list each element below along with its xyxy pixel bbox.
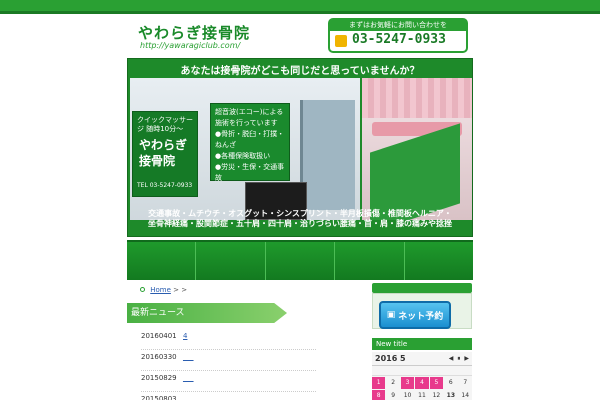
sidebar-new-title: New title bbox=[372, 338, 472, 350]
news-date: 20150803 bbox=[141, 395, 177, 400]
curtain bbox=[362, 78, 472, 118]
news-heading: 最新ニュース bbox=[127, 303, 287, 323]
news-date: 20150829 bbox=[141, 374, 177, 382]
sign-title-line1: やわらぎ bbox=[139, 138, 188, 152]
top-green-bar bbox=[0, 0, 600, 14]
conditions-text: 交通事故・ムチウチ・オスグット・シンスプリント・半月板損傷・椎間板ヘルニア・ 坐… bbox=[128, 209, 472, 229]
reserve-label: ネット予約 bbox=[398, 311, 444, 322]
news-date: 20160330 bbox=[141, 353, 177, 361]
calendar-day[interactable]: 11 bbox=[415, 390, 428, 400]
service-line: ●労災・生保・交通事故 bbox=[215, 163, 285, 182]
home-icon bbox=[140, 287, 145, 292]
computer-icon: ▣ bbox=[386, 310, 396, 320]
nav-item-1[interactable] bbox=[127, 242, 197, 280]
prev-month-icon[interactable]: ◀ bbox=[449, 355, 454, 363]
clinic-sign: クイックマッサージ 随時10分〜 やわらぎ 接骨院 TEL 03-5247-09… bbox=[132, 111, 198, 197]
clinic-interior-photo bbox=[362, 78, 472, 220]
hero-caption: あなたは接骨院がどこも同じだと思っていませんか？ bbox=[180, 66, 420, 77]
calendar-day[interactable]: 6 bbox=[444, 377, 457, 389]
calendar-day[interactable]: 13 bbox=[444, 390, 457, 400]
breadcrumb-separator: > bbox=[173, 286, 180, 294]
phone-icon bbox=[335, 35, 347, 47]
breadcrumb: Home > > bbox=[140, 286, 187, 294]
news-title-link[interactable]: ___ bbox=[183, 392, 194, 400]
sign-title-line2: 接骨院 bbox=[139, 154, 176, 168]
nav-item-5[interactable] bbox=[404, 242, 474, 280]
pause-icon[interactable]: ⏸ bbox=[457, 355, 460, 363]
news-list: 20160401 4 20160330 ___ 20150829 ___ 201… bbox=[141, 329, 316, 400]
news-title-link[interactable]: 4 bbox=[183, 329, 187, 349]
news-row: 20150829 ___ bbox=[141, 371, 316, 392]
service-line: ●各種保険取扱い bbox=[215, 152, 271, 160]
calendar-day[interactable]: 9 bbox=[386, 390, 399, 400]
calendar-day[interactable]: 4 bbox=[415, 377, 429, 389]
breadcrumb-separator: > bbox=[181, 286, 188, 294]
sign-tel: TEL 03-5247-0933 bbox=[137, 182, 193, 189]
calendar-day[interactable]: 3 bbox=[400, 377, 415, 389]
calendar-day[interactable]: 12 bbox=[430, 390, 443, 400]
nav-item-3[interactable] bbox=[265, 242, 336, 280]
news-row: 20160330 ___ bbox=[141, 350, 316, 371]
site-header: やわらぎ接骨院 http://yawaragiclub.com/ まずはお気軽に… bbox=[128, 17, 472, 55]
calendar-day[interactable]: 1 bbox=[372, 377, 386, 389]
calendar-week: 1 2 3 4 5 6 7 bbox=[372, 377, 472, 389]
sidebar-tab bbox=[372, 283, 472, 293]
phone-number[interactable]: 03-5247-0933 bbox=[352, 32, 446, 47]
reserve-panel: ▣ ネット予約 bbox=[372, 293, 472, 329]
service-line: 超音波(エコー)による bbox=[215, 108, 284, 116]
breadcrumb-home-link[interactable]: Home bbox=[150, 286, 171, 294]
clinic-door bbox=[300, 100, 355, 210]
calendar-title: 2016 5 bbox=[375, 354, 406, 363]
calendar-week: 8 9 10 11 12 13 14 bbox=[372, 390, 472, 400]
calendar-day[interactable]: 2 bbox=[386, 377, 399, 389]
nav-item-4[interactable] bbox=[335, 242, 405, 280]
sign-title: やわらぎ 接骨院 bbox=[139, 137, 187, 169]
calendar-day[interactable]: 5 bbox=[429, 377, 444, 389]
calendar-header: 2016 5 ◀ ⏸ ▶ bbox=[372, 352, 472, 366]
news-section: 最新ニュース 20160401 4 20160330 ___ 20150829 … bbox=[127, 303, 360, 400]
calendar-day[interactable]: 8 bbox=[372, 390, 386, 400]
news-title-link[interactable]: ___ bbox=[183, 350, 194, 370]
calendar-weekday-row bbox=[372, 366, 472, 376]
news-row: 20160401 4 bbox=[141, 329, 316, 350]
sidebar: ▣ ネット予約 New title 2016 5 ◀ ⏸ ▶ 1 2 3 4 5… bbox=[372, 283, 472, 400]
phone-note: まずはお気軽にお問い合わせを bbox=[330, 20, 466, 31]
next-month-icon[interactable]: ▶ bbox=[464, 355, 469, 363]
calendar-nav: ◀ ⏸ ▶ bbox=[449, 355, 469, 363]
wall-poster bbox=[370, 123, 460, 220]
news-date: 20160401 bbox=[141, 332, 177, 340]
calendar-day[interactable]: 10 bbox=[401, 390, 414, 400]
conditions-line: 交通事故・ムチウチ・オスグット・シンスプリント・半月板損傷・椎間板ヘルニア・ bbox=[148, 209, 452, 218]
clinic-front-photo: クイックマッサージ 随時10分〜 やわらぎ 接骨院 TEL 03-5247-09… bbox=[130, 78, 360, 220]
hero-banner: あなたは接骨院がどこも同じだと思っていませんか？ クイックマッサージ 随時10分… bbox=[127, 58, 473, 237]
news-row: 20150803 ___ bbox=[141, 392, 316, 400]
calendar: 2016 5 ◀ ⏸ ▶ 1 2 3 4 5 6 7 8 9 10 11 12 … bbox=[372, 352, 472, 400]
main-nav bbox=[127, 240, 474, 280]
service-line: ●骨折・脱臼・打撲・ねんざ bbox=[215, 130, 285, 149]
nav-item-2[interactable] bbox=[196, 242, 266, 280]
calendar-day[interactable]: 7 bbox=[459, 377, 472, 389]
sign-intro: クイックマッサージ 随時10分〜 bbox=[137, 116, 193, 133]
logo-url[interactable]: http://yawaragiclub.com/ bbox=[140, 41, 240, 50]
service-line: 施術を行っています bbox=[215, 119, 278, 127]
phone-contact-box[interactable]: まずはお気軽にお問い合わせを 03-5247-0933 bbox=[328, 18, 468, 53]
conditions-line: 坐骨神経痛・股関節症・五十肩・四十肩・治りづらい腰痛・首・肩・膝の痛みや捻挫 bbox=[148, 219, 452, 228]
calendar-day[interactable]: 14 bbox=[459, 390, 472, 400]
news-title-link[interactable]: ___ bbox=[183, 371, 194, 391]
net-reserve-button[interactable]: ▣ ネット予約 bbox=[379, 301, 451, 329]
services-sign: 超音波(エコー)による 施術を行っています ●骨折・脱臼・打撲・ねんざ ●各種保… bbox=[210, 103, 290, 182]
logo-title[interactable]: やわらぎ接骨院 bbox=[138, 22, 250, 43]
